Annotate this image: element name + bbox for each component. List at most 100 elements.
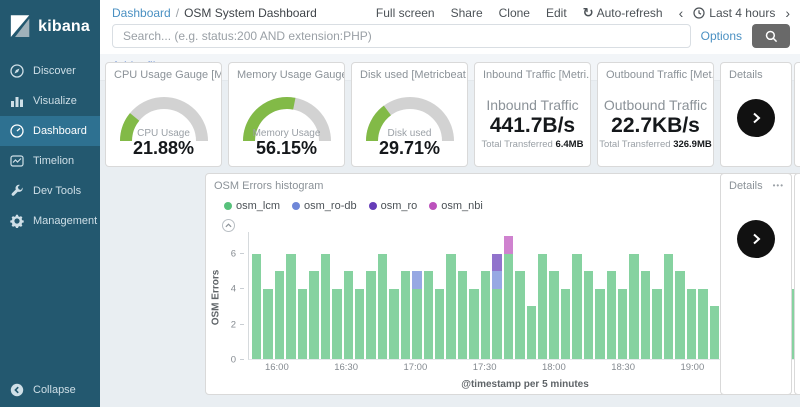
bar-17[interactable] (446, 232, 455, 359)
sidebar-item-discover[interactable]: Discover (0, 56, 100, 86)
panel-title[interactable]: Inbound Traffic [Metri... (475, 63, 590, 81)
bar-2[interactable] (275, 232, 284, 359)
bar-32[interactable] (618, 232, 627, 359)
panel-title[interactable]: Details (721, 63, 791, 81)
legend-item-osm_ro[interactable]: osm_ro (369, 200, 418, 212)
bar-14[interactable] (412, 232, 421, 359)
panel-menu-icon[interactable]: ••• (773, 181, 784, 190)
bar-6[interactable] (321, 232, 330, 359)
bar-22[interactable] (504, 232, 513, 359)
bar-15[interactable] (424, 232, 433, 359)
bar-20[interactable] (481, 232, 490, 359)
metric-label: Inbound Traffic (475, 97, 590, 113)
bar-26[interactable] (549, 232, 558, 359)
bar-36[interactable] (664, 232, 673, 359)
legend-collapse-button[interactable] (222, 219, 235, 232)
auto-refresh-button[interactable]: ↻Auto-refresh (583, 5, 663, 21)
edit-button[interactable]: Edit (546, 6, 567, 20)
bar-segment-osm_lcm (309, 271, 318, 359)
clone-button[interactable]: Clone (499, 6, 530, 20)
legend-label: osm_nbi (441, 200, 483, 212)
sidebar-item-timelion[interactable]: Timelion (0, 146, 100, 176)
bar-13[interactable] (401, 232, 410, 359)
bar-0[interactable] (252, 232, 261, 359)
time-back-button[interactable]: ‹ (679, 5, 684, 21)
breadcrumb-dashboard-link[interactable]: Dashboard (112, 6, 171, 20)
bar-18[interactable] (458, 232, 467, 359)
bar-30[interactable] (595, 232, 604, 359)
time-forward-button[interactable]: › (785, 5, 790, 21)
y-tick-label: 2 (231, 319, 236, 330)
kibana-app: kibana Discover Visualize (0, 0, 800, 407)
bar-chart-icon (10, 94, 24, 108)
bar-28[interactable] (572, 232, 581, 359)
bar-29[interactable] (584, 232, 593, 359)
bar-19[interactable] (469, 232, 478, 359)
kibana-logo[interactable]: kibana (0, 0, 100, 56)
fullscreen-button[interactable]: Full screen (376, 6, 435, 20)
bar-1[interactable] (263, 232, 272, 359)
legend-item-osm_ro-db[interactable]: osm_ro-db (292, 200, 357, 212)
bar-segment-osm_lcm (252, 254, 261, 359)
legend-item-osm_nbi[interactable]: osm_nbi (429, 200, 483, 212)
bar-40[interactable] (710, 232, 719, 359)
bar-24[interactable] (527, 232, 536, 359)
bar-27[interactable] (561, 232, 570, 359)
sidebar-item-management[interactable]: Management (0, 206, 100, 236)
sidebar-item-dev-tools[interactable]: Dev Tools (0, 176, 100, 206)
bar-segment-osm_lcm (275, 271, 284, 359)
bar-segment-osm_lcm (664, 254, 673, 359)
details-button[interactable] (737, 220, 775, 258)
bar-8[interactable] (344, 232, 353, 359)
panel-title[interactable]: Disk used [Metricbeat Syst... (352, 63, 467, 81)
bar-3[interactable] (286, 232, 295, 359)
top-actions: Full screen Share Clone Edit ↻Auto-refre… (376, 5, 790, 21)
bars-container (249, 232, 800, 359)
legend-dot (429, 202, 437, 210)
gauge-value: 29.71% (352, 139, 467, 159)
bar-34[interactable] (641, 232, 650, 359)
bar-16[interactable] (435, 232, 444, 359)
y-tick-label: 6 (231, 249, 236, 260)
bar-segment-osm_lcm (641, 271, 650, 359)
bar-33[interactable] (629, 232, 638, 359)
legend-label: osm_ro (381, 200, 418, 212)
sidebar-collapse-button[interactable]: Collapse (0, 383, 100, 397)
share-button[interactable]: Share (451, 6, 483, 20)
search-button[interactable] (752, 24, 790, 48)
bar-10[interactable] (366, 232, 375, 359)
panel-title[interactable]: CPU Usage Gauge [Metric... (106, 63, 221, 81)
bar-7[interactable] (332, 232, 341, 359)
time-range-button[interactable]: Last 4 hours (693, 6, 775, 20)
options-link[interactable]: Options (701, 29, 742, 43)
legend-item-osm_lcm[interactable]: osm_lcm (224, 200, 280, 212)
panel-title[interactable]: OSM Errors histogram (206, 174, 800, 192)
bar-9[interactable] (355, 232, 364, 359)
bar-39[interactable] (698, 232, 707, 359)
bar-segment-osm_lcm (401, 271, 410, 359)
bar-11[interactable] (378, 232, 387, 359)
bar-31[interactable] (607, 232, 616, 359)
sidebar-item-dashboard[interactable]: Dashboard (0, 116, 100, 146)
bar-23[interactable] (515, 232, 524, 359)
details-button[interactable] (737, 99, 775, 137)
bar-4[interactable] (298, 232, 307, 359)
panel-title[interactable]: Memory Usage Gauge [Me... (229, 63, 344, 81)
bar-35[interactable] (652, 232, 661, 359)
bar-segment-osm_lcm (458, 271, 467, 359)
bar-12[interactable] (389, 232, 398, 359)
bar-38[interactable] (687, 232, 696, 359)
sidebar-item-visualize[interactable]: Visualize (0, 86, 100, 116)
panel-title[interactable]: Outbound Traffic [Met... (598, 63, 713, 81)
bar-21[interactable] (492, 232, 501, 359)
x-tick-label: 19:00 (680, 362, 704, 373)
bar-5[interactable] (309, 232, 318, 359)
bar-segment-osm_ro (492, 254, 501, 272)
bar-25[interactable] (538, 232, 547, 359)
bar-37[interactable] (675, 232, 684, 359)
search-input[interactable] (112, 24, 691, 48)
outbound-metric: Outbound Traffic 22.7KB/s Total Transfer… (598, 97, 713, 150)
bar-segment-osm_lcm (652, 289, 661, 359)
compass-icon (10, 64, 24, 78)
bar-segment-osm_lcm (561, 289, 570, 359)
